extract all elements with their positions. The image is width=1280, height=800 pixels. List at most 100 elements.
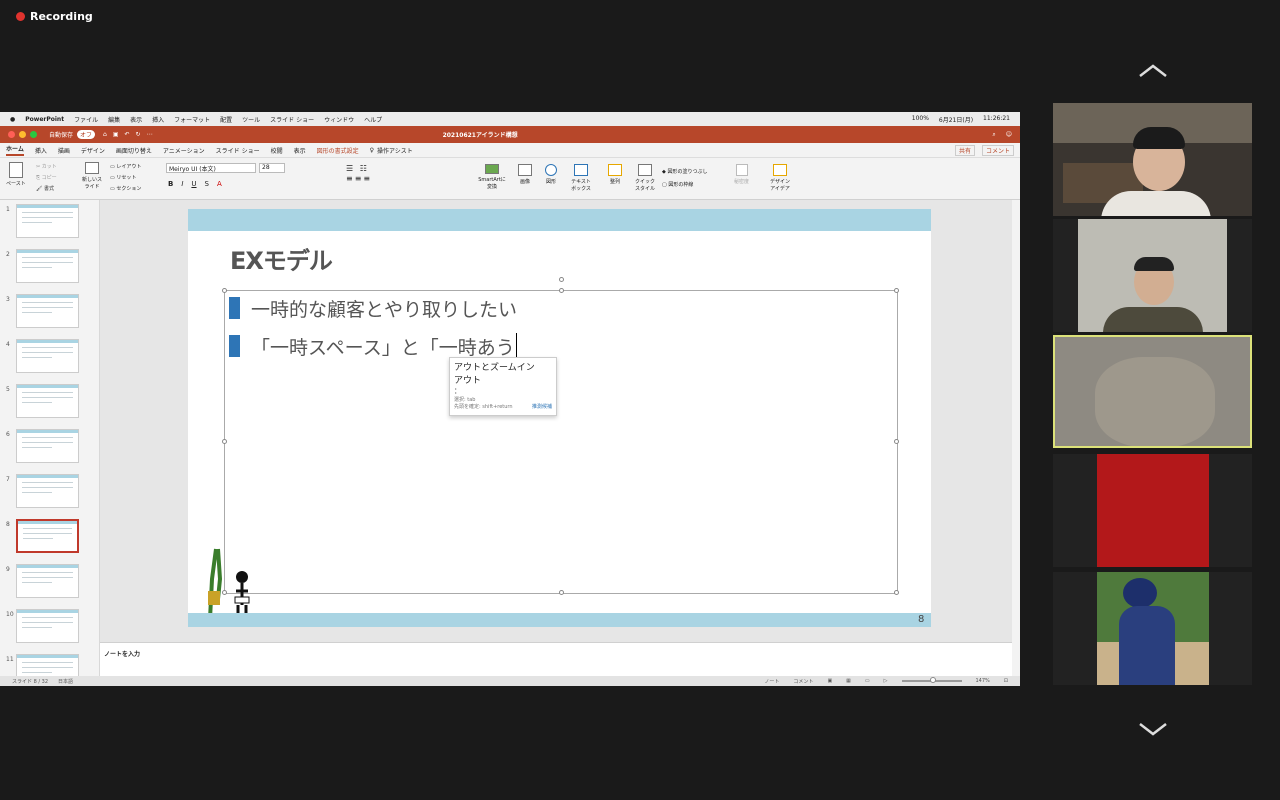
menu-slideshow[interactable]: スライド ショー — [270, 115, 314, 124]
video-tile[interactable] — [1053, 219, 1252, 332]
tab-animations[interactable]: アニメーション — [163, 146, 205, 155]
video-tile-active-speaker[interactable] — [1053, 335, 1252, 448]
app-menu[interactable]: PowerPoint — [25, 116, 64, 123]
menu-format[interactable]: フォーマット — [174, 115, 210, 124]
italic-button[interactable]: I — [181, 180, 183, 188]
battery-level[interactable]: 100% — [912, 115, 929, 124]
slide-thumbnail[interactable] — [16, 564, 79, 598]
slide-thumbnail[interactable] — [16, 519, 79, 553]
zoom-level[interactable]: 147% — [976, 678, 990, 684]
design-ideas-button[interactable]: デザインアイデア — [768, 164, 792, 192]
tell-me[interactable]: 操作アシスト — [377, 146, 413, 155]
ime-candidate-1[interactable]: アウトとズームイン — [450, 358, 556, 373]
tab-design[interactable]: デザイン — [81, 146, 105, 155]
zoom-slider[interactable] — [901, 677, 962, 683]
resize-handle[interactable] — [894, 590, 899, 595]
slide-title[interactable]: EXモデル — [230, 241, 333, 276]
align-right-icon[interactable]: ≡ — [363, 174, 372, 183]
undo-icon[interactable]: ↶ — [125, 131, 130, 138]
bullet-text-1[interactable]: 一時的な顧客とやり取りしたい — [251, 295, 517, 322]
scroll-down-chevron-icon[interactable] — [1138, 722, 1168, 736]
tab-view[interactable]: 表示 — [294, 146, 306, 155]
autosave-toggle[interactable]: オフ — [77, 130, 96, 139]
tab-insert[interactable]: 挿入 — [35, 146, 47, 155]
menu-edit[interactable]: 編集 — [108, 115, 120, 124]
menu-window[interactable]: ウィンドウ — [324, 115, 354, 124]
copy-button[interactable]: ⎘ コピー — [36, 173, 57, 184]
minimize-window-button[interactable] — [19, 131, 26, 138]
normal-view-icon[interactable]: ▣ — [827, 678, 832, 684]
resize-handle[interactable] — [894, 439, 899, 444]
bullets-icon[interactable]: ☰ — [346, 164, 355, 173]
shape-fill-button[interactable]: ◆ 図形の塗りつぶし — [662, 166, 708, 179]
paste-button[interactable]: ペースト — [6, 162, 26, 187]
slide-thumbnail[interactable] — [16, 429, 79, 463]
menu-file[interactable]: ファイル — [74, 115, 98, 124]
textbox-button[interactable]: テキストボックス — [570, 164, 592, 192]
slide-thumbnail-pane[interactable]: 1 2 3 4 5 6 7 8 9 10 11 — [0, 200, 100, 686]
ime-more-link[interactable]: 推測候補 — [532, 403, 552, 410]
new-slide-button[interactable]: 新しいスライド — [80, 162, 104, 190]
slide-canvas[interactable]: EXモデル 一時的な顧客とやり取りしたい 「一時スペース」と「一時あう アウトと… — [188, 209, 931, 627]
home-icon[interactable]: ⌂ — [103, 131, 107, 138]
menu-arrange[interactable]: 配置 — [220, 115, 232, 124]
reading-view-icon[interactable]: ▭ — [865, 678, 870, 684]
font-name-select[interactable]: Meiryo UI (本文) — [166, 163, 256, 173]
bullet-text-2[interactable]: 「一時スペース」と「一時あう — [251, 333, 517, 360]
resize-handle[interactable] — [222, 288, 227, 293]
ime-candidate-2[interactable]: アウト — [450, 373, 556, 386]
arrange-button[interactable]: 整列 — [608, 164, 622, 185]
share-button[interactable]: 共有 — [954, 144, 975, 156]
menu-tools[interactable]: ツール — [242, 115, 260, 124]
tab-transitions[interactable]: 画面切り替え — [116, 146, 152, 155]
close-window-button[interactable] — [8, 131, 15, 138]
bold-button[interactable]: B — [168, 180, 173, 188]
zoom-slider-thumb[interactable] — [929, 677, 936, 683]
tab-review[interactable]: 校閲 — [271, 146, 283, 155]
numbering-icon[interactable]: ☷ — [360, 164, 369, 173]
tab-shape-format[interactable]: 図形の書式設定 — [317, 146, 359, 155]
slide-thumbnail[interactable] — [16, 339, 79, 373]
ime-candidate-3[interactable]: ： — [450, 386, 556, 396]
slide-thumbnail[interactable] — [16, 204, 79, 238]
apple-icon[interactable]: ● — [10, 116, 15, 123]
video-tile[interactable] — [1053, 572, 1252, 685]
menu-help[interactable]: ヘルプ — [364, 115, 382, 124]
font-color-icon[interactable]: A — [217, 180, 222, 188]
scroll-up-chevron-icon[interactable] — [1138, 64, 1168, 78]
slideshow-view-icon[interactable]: ▷ — [884, 678, 888, 684]
save-icon[interactable]: ▣ — [113, 131, 119, 138]
language-indicator[interactable]: 日本語 — [58, 678, 73, 685]
resize-handle[interactable] — [222, 439, 227, 444]
slide-thumbnail[interactable] — [16, 609, 79, 643]
quick-style-button[interactable]: クイックスタイル — [634, 164, 656, 192]
video-tile[interactable] — [1053, 103, 1252, 216]
redo-icon[interactable]: ↻ — [136, 131, 141, 138]
smartart-button[interactable]: SmartArtに変換 — [478, 164, 506, 190]
smiley-icon[interactable]: ☺ — [1006, 131, 1012, 138]
comment-button[interactable]: コメント — [981, 144, 1014, 156]
underline-button[interactable]: U — [191, 180, 196, 188]
sorter-view-icon[interactable]: ▦ — [846, 678, 851, 684]
align-left-icon[interactable]: ≡ — [346, 174, 355, 183]
image-button[interactable]: 画像 — [518, 164, 532, 185]
zoom-window-button[interactable] — [30, 131, 37, 138]
rotate-handle-icon[interactable] — [559, 277, 564, 282]
video-tile[interactable] — [1053, 454, 1252, 567]
ime-candidate-popup[interactable]: アウトとズームイン アウト ： 選択: tab 先頭を確定: shift+ret… — [449, 357, 557, 416]
layout-button[interactable]: ▭ レイアウト — [110, 162, 141, 173]
tab-home[interactable]: ホーム — [6, 144, 24, 156]
slide-thumbnail[interactable] — [16, 474, 79, 508]
slide-thumbnail[interactable] — [16, 249, 79, 283]
more-icon[interactable]: ⋯ — [147, 131, 153, 138]
comments-toggle[interactable]: コメント — [793, 678, 813, 685]
font-size-select[interactable]: 28 — [259, 163, 285, 173]
sensitivity-button[interactable]: 秘密度 — [734, 164, 749, 185]
cut-button[interactable]: ✂ カット — [36, 162, 57, 173]
resize-handle[interactable] — [894, 288, 899, 293]
search-icon[interactable]: ⌕ — [992, 131, 995, 139]
tab-slideshow[interactable]: スライド ショー — [216, 146, 260, 155]
shape-outline-button[interactable]: ▢ 図形の枠線 — [662, 179, 708, 192]
strikethrough-button[interactable]: S — [205, 180, 209, 188]
menu-time[interactable]: 11:26:21 — [983, 115, 1010, 124]
